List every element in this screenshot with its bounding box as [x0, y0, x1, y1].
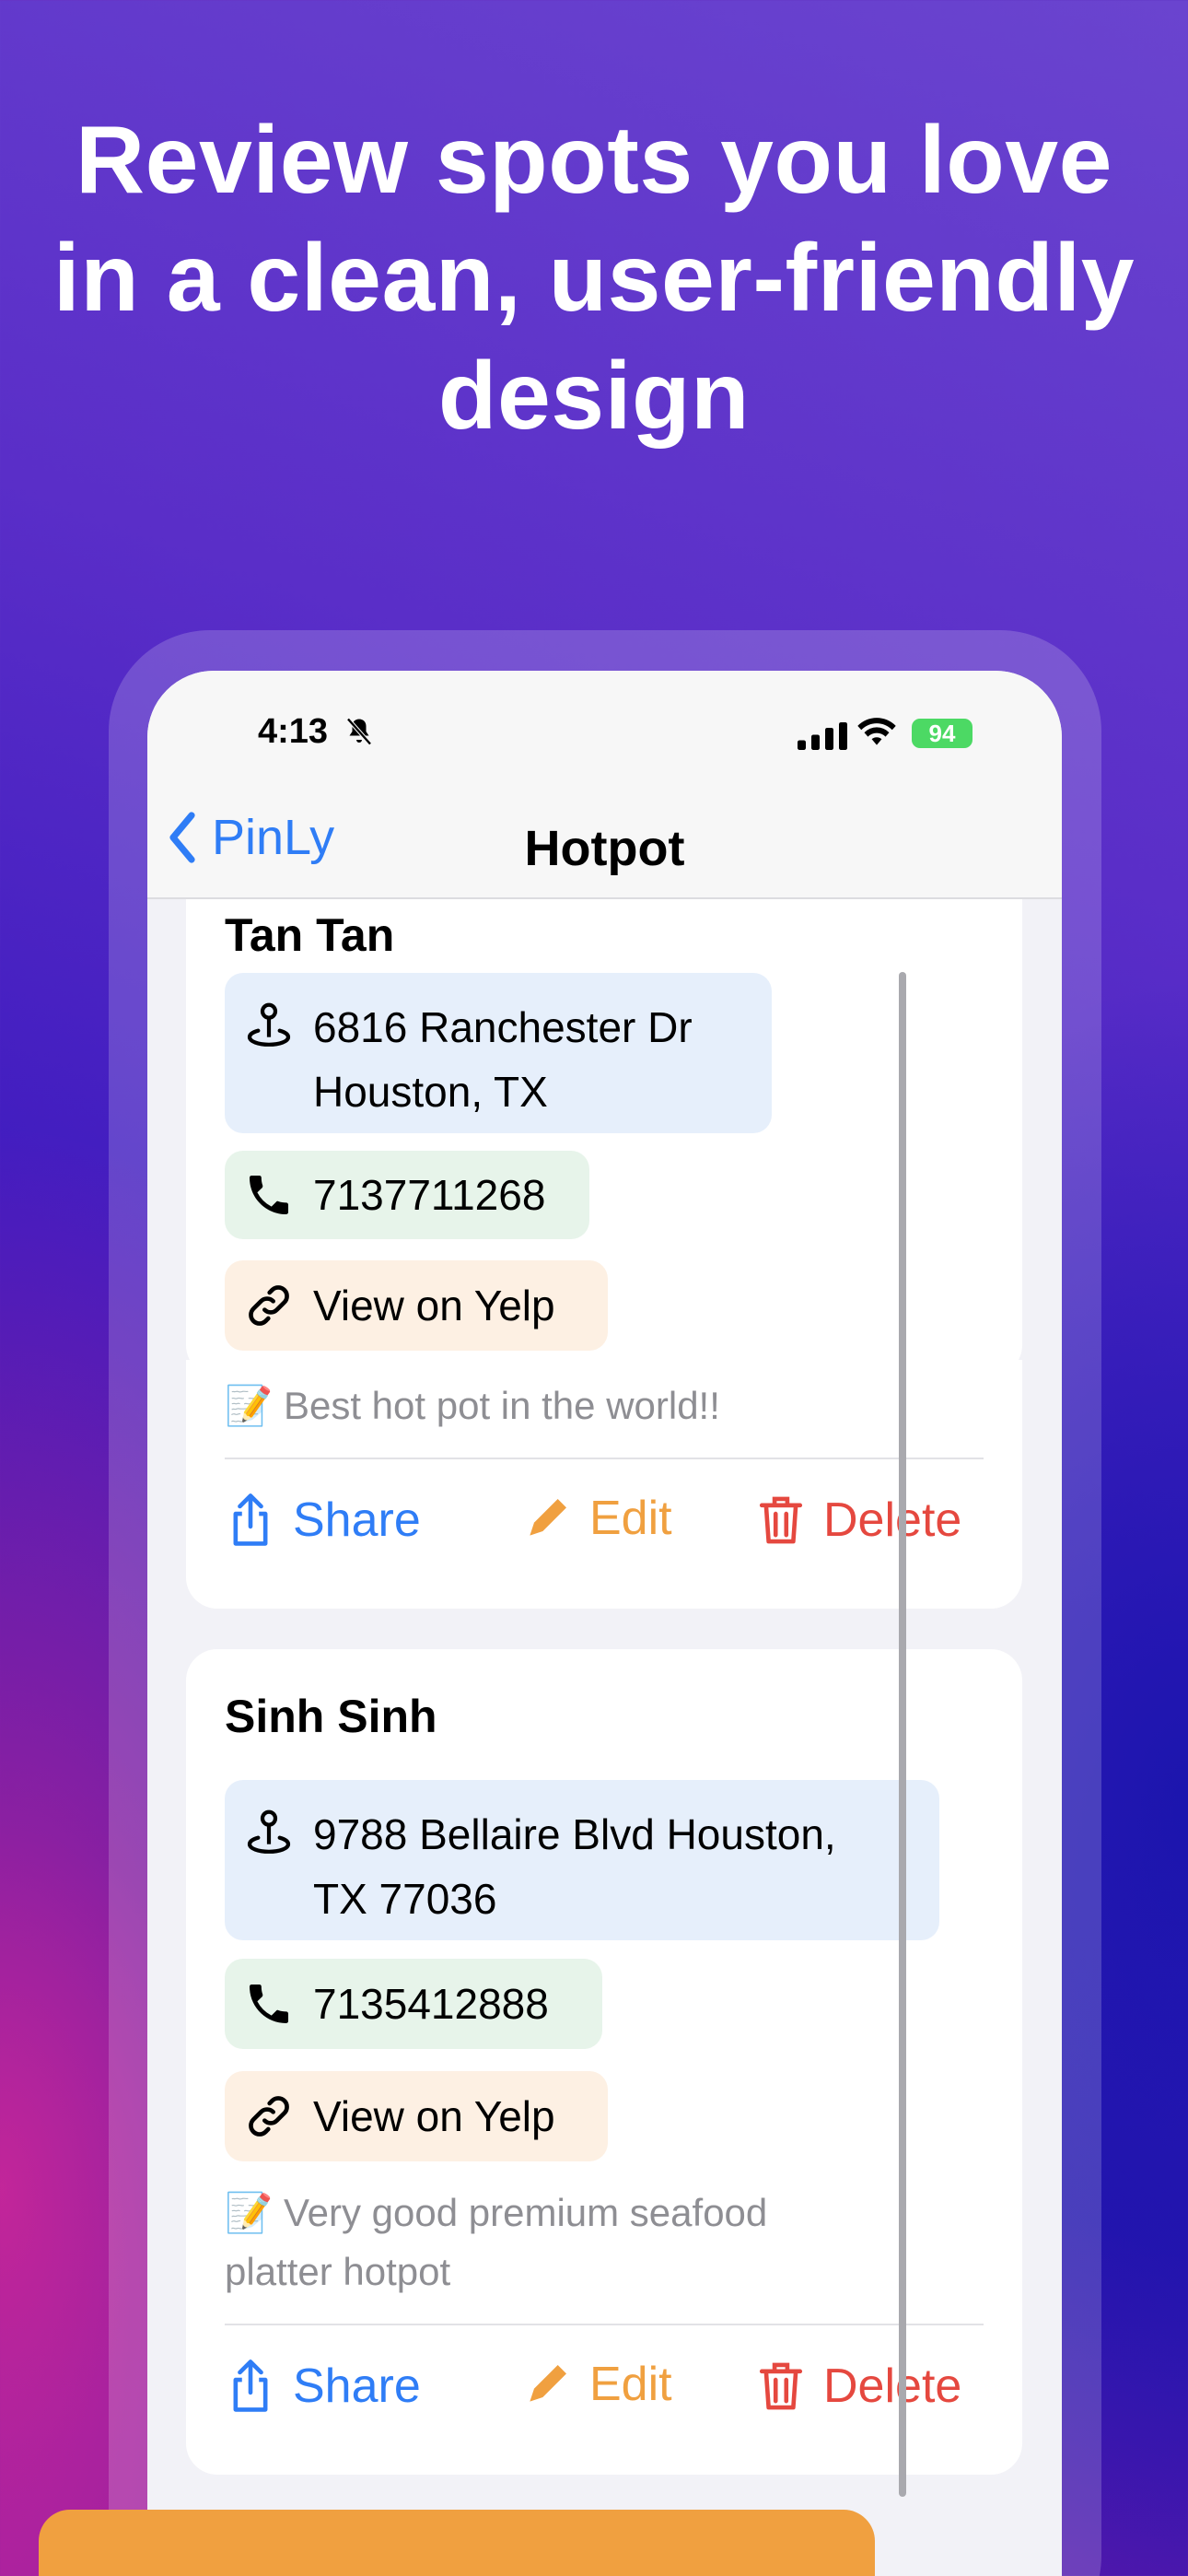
- edit-button[interactable]: Edit: [521, 1491, 672, 1546]
- yelp-link-button[interactable]: View on Yelp: [225, 2071, 608, 2161]
- share-button[interactable]: Share: [225, 1493, 421, 1548]
- phone-icon: [250, 1985, 288, 2023]
- page-title: Hotpot: [524, 821, 685, 876]
- pencil-icon: [530, 2365, 566, 2402]
- wifi-icon: [857, 718, 896, 745]
- share-icon: [233, 2359, 268, 2412]
- link-icon: [249, 1285, 289, 1326]
- edit-button[interactable]: Edit: [521, 2357, 672, 2412]
- address-text: 6816 Ranchester Dr Houston, TX: [313, 995, 693, 1124]
- place-name: Sinh Sinh: [225, 1691, 437, 1742]
- add-new-place-button[interactable]: [39, 2510, 875, 2576]
- trash-icon: [759, 2362, 803, 2410]
- place-card: Tan Tan 6816 Ranchester Dr Houston, TX 7…: [186, 899, 1022, 1376]
- address-text: 9788 Bellaire Blvd Houston, TX 77036: [313, 1802, 836, 1931]
- map-pin-icon: [247, 1809, 291, 1854]
- phone-pill[interactable]: 7137711268: [225, 1151, 589, 1239]
- place-card-footer: 📝 Best hot pot in the world!! Share Edit: [186, 1360, 1022, 1609]
- phone-icon: [250, 1176, 288, 1214]
- delete-label: Delete: [823, 1493, 962, 1547]
- address-pill[interactable]: 6816 Ranchester Dr Houston, TX: [225, 973, 772, 1133]
- edit-label: Edit: [589, 2358, 672, 2411]
- place-name: Tan Tan: [225, 909, 395, 961]
- address-pill[interactable]: 9788 Bellaire Blvd Houston, TX 77036: [225, 1780, 939, 1940]
- delete-button[interactable]: Delete: [755, 1493, 961, 1548]
- address-line-1: 6816 Ranchester Dr: [313, 1003, 693, 1051]
- navigation-bar: PinLy Hotpot: [147, 781, 1062, 899]
- places-list[interactable]: Tan Tan 6816 Ranchester Dr Houston, TX 7…: [147, 899, 1062, 2576]
- cellular-signal-icon: [798, 722, 847, 750]
- headline-line-1: Review spots you love: [76, 107, 1112, 214]
- address-line-2: TX 77036: [313, 1875, 497, 1923]
- phone-number: 7135412888: [313, 1980, 549, 2028]
- place-note: 📝 Best hot pot in the world!!: [225, 1384, 720, 1427]
- place-note: 📝 Very good premium seafood platter hotp…: [225, 2184, 767, 2301]
- address-line-2: Houston, TX: [313, 1068, 548, 1116]
- phone-pill[interactable]: 7135412888: [225, 1959, 602, 2049]
- bell-slash-icon: [346, 718, 372, 745]
- delete-button[interactable]: Delete: [755, 2359, 961, 2414]
- share-label: Share: [293, 2359, 421, 2413]
- map-pin-icon: [247, 1002, 291, 1047]
- status-bar: 4:13 94: [147, 671, 1062, 781]
- yelp-link-label: View on Yelp: [313, 1282, 555, 1329]
- share-icon: [233, 1493, 268, 1546]
- battery-level: 94: [928, 720, 956, 747]
- share-button[interactable]: Share: [225, 2359, 421, 2414]
- marketing-headline: Review spots you love in a clean, user-f…: [0, 101, 1188, 455]
- phone-screen: 4:13 94 PinLy Hotpot Tan Tan 6816 Ranche…: [147, 671, 1062, 2576]
- yelp-link-label: View on Yelp: [313, 2092, 555, 2140]
- phone-number: 7137711268: [313, 1171, 546, 1219]
- share-label: Share: [293, 1493, 421, 1547]
- yelp-link-button[interactable]: View on Yelp: [225, 1260, 608, 1351]
- card-divider: [225, 2324, 984, 2325]
- battery-icon: 94: [912, 719, 973, 748]
- note-line-2: platter hotpot: [225, 2250, 451, 2293]
- link-icon: [249, 2096, 289, 2137]
- status-time: 4:13: [258, 712, 329, 751]
- scrollbar[interactable]: [899, 972, 906, 2497]
- note-line-1: 📝 Very good premium seafood: [225, 2191, 768, 2234]
- edit-label: Edit: [589, 1492, 672, 1545]
- delete-label: Delete: [823, 2359, 962, 2413]
- headline-line-2: in a clean, user-friendly: [52, 225, 1136, 332]
- place-card: Sinh Sinh 9788 Bellaire Blvd Houston, TX…: [186, 1649, 1022, 2475]
- trash-icon: [759, 1496, 803, 1544]
- card-divider: [225, 1458, 984, 1459]
- address-line-1: 9788 Bellaire Blvd Houston,: [313, 1810, 836, 1858]
- headline-line-3: design: [437, 343, 751, 450]
- pencil-icon: [530, 1499, 566, 1536]
